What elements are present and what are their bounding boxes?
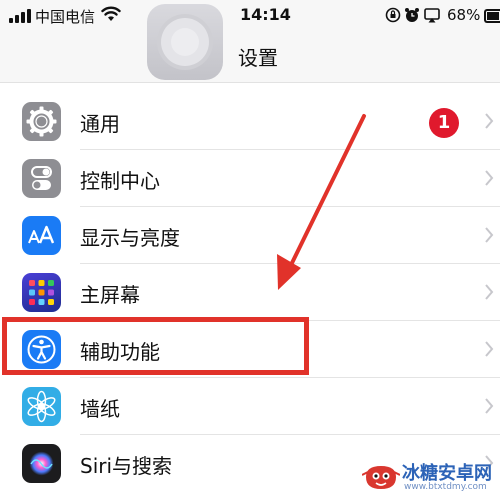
watermark-logo-icon (362, 466, 400, 489)
screen-mirroring-icon (424, 8, 440, 23)
gear-icon (22, 102, 61, 141)
settings-item-label: 主屏幕 (80, 283, 140, 307)
notification-badge: 1 (429, 108, 459, 138)
status-bar: 中国电信 14:14 68% (0, 0, 500, 32)
chevron-right-icon (485, 398, 494, 414)
chevron-right-icon (485, 170, 494, 186)
settings-item-home-screen[interactable]: 主屏幕 (0, 264, 500, 321)
flower-icon (22, 387, 61, 426)
chevron-right-icon (485, 227, 494, 243)
battery-percentage: 68% (447, 6, 481, 24)
settings-app-icon (147, 4, 223, 80)
settings-item-control-center[interactable]: 控制中心 (0, 150, 500, 207)
settings-item-label: 墙纸 (80, 397, 120, 421)
chevron-right-icon (485, 113, 494, 129)
settings-list: 通用 控制中心 显示与亮度 主屏幕 辅助功能 墙纸 Siri与搜索 (0, 93, 500, 492)
wifi-icon (101, 6, 121, 21)
settings-item-display-brightness[interactable]: 显示与亮度 (0, 207, 500, 264)
battery-icon (484, 9, 500, 23)
app-grid-icon (22, 273, 61, 312)
siri-icon (22, 444, 61, 483)
watermark-url: www.btxtdmy.com (404, 482, 487, 492)
settings-header: 设置 (0, 4, 500, 83)
rotation-lock-icon (385, 7, 401, 23)
toggle-switches-icon (22, 159, 61, 198)
alarm-icon (405, 8, 419, 22)
chevron-right-icon (485, 341, 494, 357)
carrier-name: 中国电信 (35, 8, 96, 26)
settings-item-label: Siri与搜索 (80, 454, 173, 478)
status-icons (385, 7, 440, 23)
page-title: 设置 (238, 46, 278, 70)
chevron-right-icon (485, 284, 494, 300)
clock-time: 14:14 (240, 5, 291, 24)
settings-item-label: 控制中心 (80, 169, 160, 193)
settings-item-general[interactable]: 通用 (0, 93, 500, 150)
settings-item-label: 显示与亮度 (80, 226, 180, 250)
watermark: 冰糖安卓网 www.btxtdmy.com (362, 458, 498, 496)
text-size-icon (22, 216, 61, 255)
highlight-box (2, 317, 309, 375)
settings-item-wallpaper[interactable]: 墙纸 (0, 378, 500, 435)
settings-item-label: 通用 (80, 112, 120, 136)
signal-strength-icon (9, 9, 31, 23)
